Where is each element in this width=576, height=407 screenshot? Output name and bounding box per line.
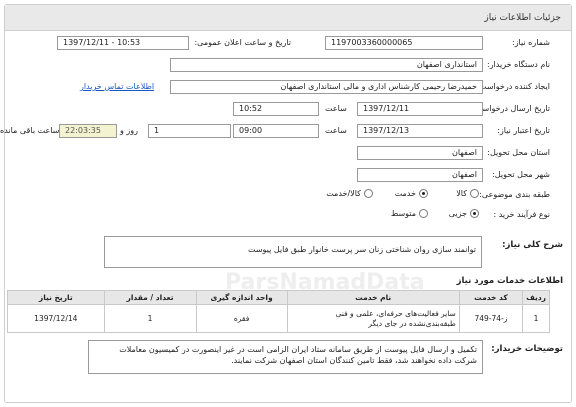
buyer-org-label: نام دستگاه خریدار:	[487, 60, 550, 69]
summary-field: توانمند سازی روان شناختی زنان سر پرست خا…	[104, 236, 482, 268]
send-date-label: تاریخ ارسال درخواست:	[471, 104, 550, 113]
col-qty: تعداد / مقدار	[103, 290, 197, 305]
city-label: شهر محل تحویل:	[492, 170, 550, 179]
process-option-medium[interactable]: متوسط	[391, 209, 428, 218]
announce-date-field: 1397/12/11 - 10:53	[57, 36, 189, 50]
announce-date-label: تاریخ و ساعت اعلان عمومی:	[194, 38, 291, 47]
city-field: اصفهان	[357, 168, 483, 182]
category-label: طبقه بندی موضوعی:	[479, 190, 550, 199]
deadline-label: تاریخ اعتبار نیاز:	[497, 126, 550, 135]
send-date-field: 1397/12/11	[357, 102, 483, 116]
col-unit: واحد اندازه گیری	[195, 290, 288, 305]
need-number-label: شماره نیاز:	[512, 38, 550, 47]
cell-name: سایر فعالیت‌های حرفه‌ای، علمی و فنی طبقه…	[286, 304, 460, 333]
services-table: ردیف کد خدمت نام خدمت واحد اندازه گیری ت…	[7, 290, 550, 333]
cell-date: 1397/12/14	[7, 304, 105, 333]
category-option-goods[interactable]: کالا	[456, 189, 479, 198]
panel-header: جزئیات اطلاعات نیاز	[5, 5, 571, 31]
services-section-title: اطلاعات خدمات مورد نیاز	[456, 276, 563, 286]
remaining-time-field: 22:03:35	[59, 124, 117, 138]
col-row: ردیف	[522, 290, 550, 305]
send-time-field: 10:52	[233, 102, 319, 116]
buyer-notes-field: تکمیل و ارسال فایل پیوست از طریق سامانه …	[88, 340, 483, 374]
col-date: تاریخ نیاز	[7, 290, 105, 305]
creator-field: حمیدرضا رحیمی کارشناس اداری و مالی استان…	[170, 80, 483, 94]
radio-icon[interactable]	[419, 209, 428, 218]
radio-selected-icon[interactable]	[419, 189, 428, 198]
need-number-field: 1197003360000065	[325, 36, 483, 50]
send-time-label: ساعت	[325, 104, 347, 113]
col-name: نام خدمت	[286, 290, 460, 305]
deadline-time-field: 09:00	[233, 124, 319, 138]
cell-row: 1	[522, 304, 550, 333]
process-option-minor[interactable]: جزیی	[449, 209, 479, 218]
col-code: کد خدمت	[458, 290, 524, 305]
deadline-date-field: 1397/12/13	[357, 124, 483, 138]
cell-code: ز-74-749	[458, 304, 524, 333]
category-option-goods-service[interactable]: کالا/خدمت	[326, 189, 373, 198]
buyer-contact-link[interactable]: اطلاعات تماس خریدار	[80, 82, 154, 91]
panel-title: جزئیات اطلاعات نیاز	[484, 12, 561, 23]
radio-selected-icon[interactable]	[470, 209, 479, 218]
province-label: استان محل تحویل:	[487, 148, 550, 157]
remaining-time-label: ساعت باقی مانده	[0, 126, 60, 135]
cell-unit: فقره	[195, 304, 288, 333]
province-field: اصفهان	[357, 146, 483, 160]
deadline-time-label: ساعت	[325, 126, 347, 135]
creator-label: ایجاد کننده درخواست:	[476, 82, 550, 91]
days-label: روز و	[120, 126, 138, 135]
radio-icon[interactable]	[470, 189, 479, 198]
summary-label: شرح کلی نیاز:	[502, 240, 563, 250]
radio-icon[interactable]	[364, 189, 373, 198]
process-type-label: نوع فرآیند خرید :	[493, 210, 550, 219]
days-field: 1	[148, 124, 231, 138]
table-header-row: ردیف کد خدمت نام خدمت واحد اندازه گیری ت…	[7, 290, 550, 305]
cell-qty: 1	[103, 304, 197, 333]
table-row: 1 ز-74-749 سایر فعالیت‌های حرفه‌ای، علمی…	[7, 304, 550, 333]
buyer-notes-label: توضیحات خریدار:	[491, 344, 563, 354]
buyer-org-field: استانداری اصفهان	[170, 58, 483, 72]
category-option-service[interactable]: خدمت	[395, 189, 428, 198]
